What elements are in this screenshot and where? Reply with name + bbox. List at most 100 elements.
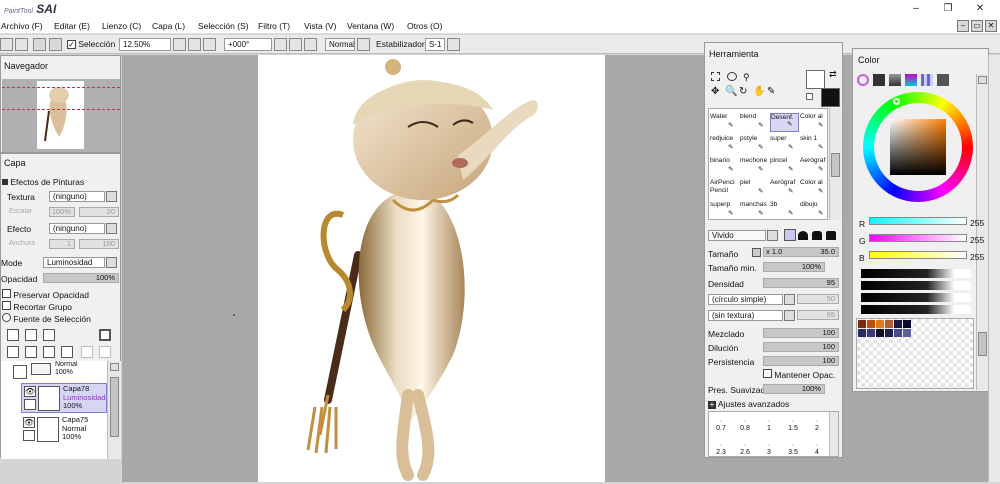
swatch-palette[interactable]	[856, 318, 974, 389]
deselect-icon[interactable]	[0, 38, 13, 51]
rotate-right-icon[interactable]	[289, 38, 302, 51]
palette-swatch[interactable]	[867, 320, 875, 328]
brush-slot[interactable]: piel ✎	[740, 179, 769, 198]
selection-checkbox[interactable]: ✓	[67, 40, 76, 49]
clear-layer-icon[interactable]	[43, 346, 55, 358]
paste-icon[interactable]	[49, 38, 62, 51]
presets-scrollbar[interactable]	[829, 412, 838, 456]
brush-slot[interactable]: pstyle ✎	[740, 135, 769, 154]
scratchpad-mode-icon[interactable]	[937, 74, 949, 86]
texture-dropdown-icon[interactable]	[106, 191, 117, 202]
transfer-down-icon[interactable]	[7, 346, 19, 358]
brush-slot[interactable]: 3b ✎	[770, 201, 799, 219]
menu-ventana[interactable]: Ventana (W)	[347, 21, 394, 31]
opacity-slider[interactable]: 100%	[43, 273, 119, 283]
gradient-mode-icon[interactable]	[905, 74, 917, 86]
rotate-icon[interactable]: ↻	[739, 87, 747, 97]
brush-slot-selected[interactable]: Desenf. ✎	[770, 113, 799, 132]
brush-shape-dropdown-icon[interactable]	[784, 294, 795, 305]
brush-shape-flat-icon[interactable]	[826, 231, 836, 240]
flip-icon[interactable]	[357, 38, 370, 51]
palette-swatch[interactable]	[894, 329, 902, 337]
size-preset[interactable]: · 1	[757, 418, 781, 432]
advanced-settings-toggle[interactable]: + Ajustes avanzados	[708, 399, 789, 409]
effect-dropdown-icon[interactable]	[106, 223, 117, 234]
pressure-smoothing-slider[interactable]: 100%	[763, 384, 825, 394]
hue-ring[interactable]	[863, 92, 973, 202]
size-slider[interactable]: x 1.0 35.0	[763, 247, 839, 257]
canvas-artboard[interactable]	[258, 55, 605, 482]
gradient-bar-1[interactable]	[861, 269, 971, 278]
dilution-slider[interactable]: 100	[763, 342, 839, 352]
brush-shape-mid-icon[interactable]	[812, 231, 822, 240]
brush-shape-hard-icon[interactable]	[784, 229, 796, 241]
brush-slot[interactable]: Aerógraf ✎	[770, 179, 799, 198]
menu-vista[interactable]: Vista (V)	[304, 21, 336, 31]
persistence-slider[interactable]: 100	[763, 356, 839, 366]
size-preset[interactable]: · 3	[757, 442, 781, 456]
brush-slot[interactable]: Color al ✎	[800, 113, 827, 132]
brush-slot[interactable]: binario ✎	[710, 157, 739, 176]
size-preset[interactable]: · 1.5	[781, 418, 805, 432]
rotate-reset-icon[interactable]	[304, 38, 317, 51]
clip-group-option[interactable]: Recortar Grupo	[2, 301, 72, 312]
layers-scrollbar[interactable]	[107, 361, 121, 459]
swatch-mode-icon[interactable]	[921, 74, 933, 86]
brush-shape-select[interactable]: (círculo simple)	[708, 294, 783, 305]
scale-num-slider[interactable]: 20	[79, 207, 119, 217]
lasso-icon[interactable]	[727, 72, 737, 81]
primary-color-swatch[interactable]	[806, 70, 825, 89]
new-folder-icon[interactable]	[43, 329, 55, 341]
angle-field[interactable]: +000°	[224, 38, 272, 51]
size-preset[interactable]: · 3.5	[781, 442, 805, 456]
hue-cursor[interactable]	[893, 98, 900, 105]
gradient-bar-3[interactable]	[861, 293, 971, 302]
blend-mode-dropdown-icon[interactable]	[767, 230, 778, 241]
size-preset[interactable]: · 2.3	[709, 442, 733, 456]
palette-swatch[interactable]	[876, 320, 884, 328]
brush-lock-icon[interactable]	[23, 430, 35, 441]
gradient-bar-2[interactable]	[861, 281, 971, 290]
scroll-up-icon[interactable]	[978, 76, 987, 84]
rotate-left-icon[interactable]	[274, 38, 287, 51]
layer-row[interactable]: 👁 Capa75 Normal 100%	[21, 415, 107, 445]
menu-filtro[interactable]: Filtro (T)	[258, 21, 290, 31]
brush-grid-scrollbar[interactable]	[829, 108, 841, 220]
mdi-minimize-icon[interactable]: –	[957, 20, 969, 32]
eyedropper-icon[interactable]: ✎	[767, 87, 775, 97]
width-slider[interactable]: 1	[49, 239, 75, 249]
blend-normal-field[interactable]: Normal	[325, 38, 355, 51]
magic-wand-icon[interactable]: ⚲	[743, 72, 750, 83]
brush-slot[interactable]: redjuice ✎	[710, 135, 739, 154]
brush-texture-select[interactable]: (sin textura)	[708, 310, 783, 321]
visibility-icon[interactable]	[13, 365, 27, 379]
zoom-icon[interactable]: 🔍	[725, 87, 737, 97]
density-slider[interactable]: 95	[763, 278, 839, 288]
hand-icon[interactable]: ✋	[753, 87, 765, 97]
color-wheel-mode-icon[interactable]	[857, 74, 869, 86]
scroll-thumb[interactable]	[110, 377, 119, 437]
invert-icon[interactable]	[15, 38, 28, 51]
size-preset[interactable]: · 0.8	[733, 418, 757, 432]
r-slider[interactable]	[869, 217, 967, 225]
paint-effects-header[interactable]: Efectos de Pinturas	[2, 177, 84, 187]
zoom-reset-icon[interactable]	[203, 38, 216, 51]
scroll-thumb[interactable]	[978, 332, 987, 356]
mdi-close-icon[interactable]: ✕	[985, 20, 997, 32]
layer-row[interactable]: Normal 100%	[1, 361, 107, 381]
menu-editar[interactable]: Editar (E)	[54, 21, 90, 31]
blend-mode-select[interactable]: Vivido	[708, 230, 766, 241]
menu-seleccion[interactable]: Selección (S)	[198, 21, 249, 31]
brush-slot[interactable]: Water ✎	[710, 113, 739, 132]
delete-layer-icon[interactable]	[61, 346, 73, 358]
palette-swatch[interactable]	[867, 329, 875, 337]
brush-slot[interactable]: Aerógraf ✎	[800, 157, 827, 176]
b-slider[interactable]	[869, 251, 967, 259]
visibility-icon[interactable]: 👁	[24, 386, 36, 397]
brush-lock-icon[interactable]	[24, 399, 36, 410]
shape-strength-slider[interactable]: 50	[797, 294, 839, 304]
min-size-slider[interactable]: 100%	[763, 262, 825, 272]
size-preset[interactable]: · 2	[805, 418, 829, 432]
scroll-up-icon[interactable]	[110, 363, 119, 371]
preserve-opacity-option[interactable]: Preservar Opacidad	[2, 289, 89, 300]
